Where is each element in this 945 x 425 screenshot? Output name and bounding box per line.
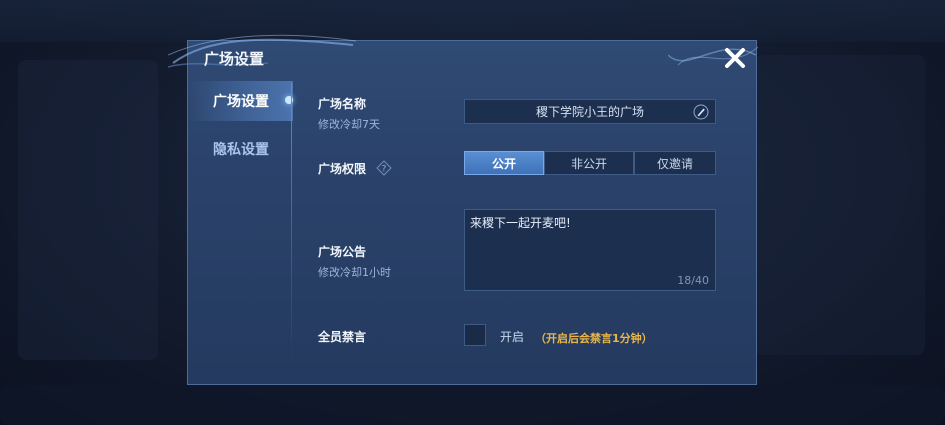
sidebar-item-privacy-settings[interactable]: 隐私设置: [188, 129, 293, 169]
sidebar-divider: [291, 83, 292, 363]
sidebar-item-label: 广场设置: [213, 94, 269, 110]
plaza-name-field[interactable]: 稷下学院小王的广场: [464, 99, 716, 124]
background-top-bar: [0, 0, 945, 42]
plaza-name-cooldown: 修改冷却7天: [318, 118, 380, 131]
mute-all-checkbox[interactable]: [464, 324, 486, 346]
background-bottom-bar: [0, 385, 945, 425]
announcement-char-count: 18/40: [677, 274, 709, 287]
announcement-cooldown: 修改冷却1小时: [318, 266, 391, 279]
question-icon[interactable]: ?: [376, 160, 392, 176]
mute-all-label: 全员禁言: [318, 330, 367, 344]
sidebar-item-label: 隐私设置: [213, 142, 269, 158]
announcement-label: 广场公告: [318, 245, 367, 259]
plaza-name-value: 稷下学院小王的广场: [535, 105, 644, 119]
permission-option-invite-only[interactable]: 仅邀请: [634, 151, 716, 175]
permission-label: 广场权限: [318, 162, 367, 176]
svg-text:?: ?: [382, 165, 387, 175]
plaza-settings-dialog: 广场设置 广场设置 隐私设置 广场名称 修改冷却7天 稷下学院小王的广场 广场权…: [168, 34, 758, 385]
plaza-name-label: 广场名称: [318, 97, 367, 111]
dialog-title: 广场设置: [204, 51, 265, 68]
pencil-icon[interactable]: [693, 104, 709, 120]
background-right-panel: [755, 55, 925, 355]
announcement-value: 来稷下一起开麦吧!: [470, 216, 571, 230]
mute-all-toggle-label: 开启: [500, 330, 525, 344]
sidebar-item-plaza-settings[interactable]: 广场设置: [188, 81, 293, 121]
close-button[interactable]: [718, 43, 752, 73]
announcement-textarea[interactable]: 来稷下一起开麦吧! 18/40: [464, 209, 716, 291]
mute-all-note: （开启后会禁言1分钟）: [535, 332, 653, 345]
permission-option-private[interactable]: 非公开: [544, 151, 634, 175]
settings-sidebar: 广场设置 隐私设置: [188, 81, 293, 381]
close-icon: [725, 48, 745, 68]
permission-option-public[interactable]: 公开: [464, 151, 544, 175]
background-left-panel: [18, 60, 158, 360]
